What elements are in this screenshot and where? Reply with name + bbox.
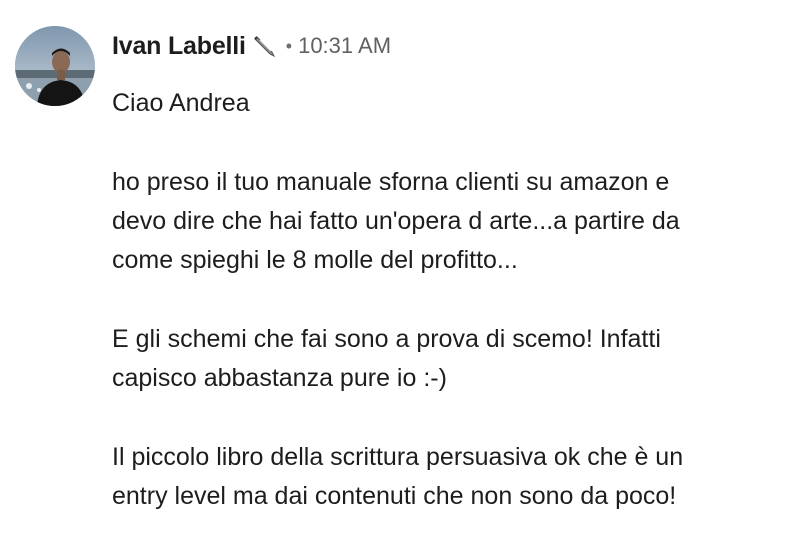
text-line: Ciao Andrea (112, 89, 250, 117)
feather-pen-icon (252, 33, 278, 59)
message-body: Ciao Andrea ho preso il tuo manuale sfor… (112, 84, 795, 516)
paragraph-3: Il piccolo libro della scrittura persuas… (112, 438, 795, 516)
message-header: Ivan Labelli • 10:31 AM (112, 26, 795, 66)
paragraph-2: E gli schemi che fai sono a prova di sce… (112, 320, 795, 398)
text-line: capisco abbastanza pure io :-) (112, 364, 447, 392)
text-line: E gli schemi che fai sono a prova di sce… (112, 325, 661, 353)
text-line: devo dire che hai fatto un'opera d arte.… (112, 207, 680, 235)
avatar[interactable] (15, 26, 95, 106)
text-line: ho preso il tuo manuale sforna clienti s… (112, 168, 670, 196)
chat-message: Ivan Labelli • 10:31 AM Ciao Andrea ho p… (15, 26, 795, 516)
separator-dot: • (285, 35, 293, 56)
message-content: Ivan Labelli • 10:31 AM Ciao Andrea ho p… (112, 26, 795, 516)
text-line: Il piccolo libro della scrittura persuas… (112, 443, 684, 471)
avatar-photo (15, 26, 95, 106)
text-line: come spieghi le 8 molle del profitto... (112, 246, 518, 274)
author-name[interactable]: Ivan Labelli (112, 32, 246, 61)
timestamp[interactable]: 10:31 AM (298, 33, 391, 59)
paragraph-greeting: Ciao Andrea (112, 84, 795, 123)
paragraph-1: ho preso il tuo manuale sforna clienti s… (112, 163, 795, 280)
text-line: entry level ma dai contenuti che non son… (112, 482, 677, 510)
